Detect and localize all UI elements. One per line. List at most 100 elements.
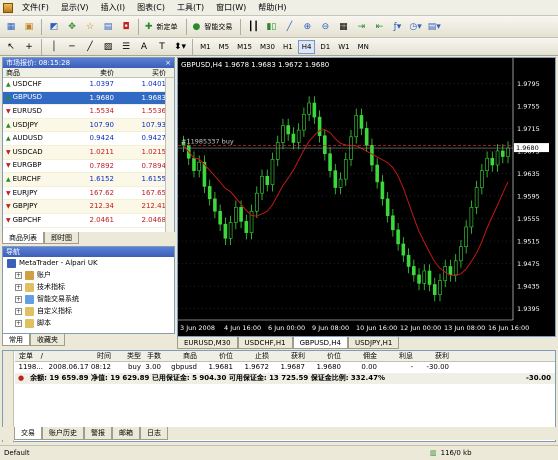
expert-advisors-button[interactable]: ● 智能交易 (191, 19, 237, 35)
trendline-icon[interactable]: ╱ (82, 39, 98, 55)
tester-icon[interactable]: ◘ (118, 19, 134, 35)
arrows-icon[interactable]: ⬍▾ (172, 39, 188, 55)
navigator-icon[interactable]: ☆ (82, 19, 98, 35)
text-label-icon[interactable]: T (154, 39, 170, 55)
market-watch-row-gbpjpy[interactable]: ▼ GBPJPY 212.34 212.41 (3, 200, 174, 214)
tab-alerts[interactable]: 警报 (84, 427, 112, 440)
timeframe-m1[interactable]: M1 (197, 40, 214, 54)
timeframe-h1[interactable]: H1 (280, 40, 296, 54)
periods-icon[interactable]: ◷▾ (407, 19, 423, 35)
line-chart-icon[interactable]: ╱ (281, 19, 297, 35)
tab-trade[interactable]: 交易 (14, 427, 42, 440)
navigator-item-custom-indicators[interactable]: + 自定义指标 (3, 305, 174, 317)
timeframe-d1[interactable]: D1 (317, 40, 333, 54)
tab-account-history[interactable]: 账户历史 (42, 427, 84, 440)
column-header[interactable]: 利息 (381, 351, 417, 361)
market-watch-row-usdcad[interactable]: ▼ USDCAD 1.0211 1.0215 (3, 145, 174, 160)
table-row[interactable]: 1198... 2008.06.17 08:12 buy 3.00 gbpusd 1.96… (15, 362, 555, 373)
market-watch-row-gbpusd[interactable]: ▲ GBPUSD 1.9680 1.9683 (3, 91, 174, 106)
vertical-line-icon[interactable]: │ (46, 39, 62, 55)
cursor-icon[interactable]: ↖ (3, 39, 19, 55)
chart-tab-eurusd-m30[interactable]: EURUSD,M30 (177, 337, 238, 349)
tab-mailbox[interactable]: 邮箱 (112, 427, 140, 440)
tab-symbols[interactable]: 商品列表 (2, 232, 44, 244)
column-header[interactable]: 佣金 (345, 351, 381, 361)
auto-scroll-icon[interactable]: ⇥ (353, 19, 369, 35)
column-header[interactable]: / (37, 351, 47, 361)
chart-tab-usdjpy-h1[interactable]: USDJPY,H1 (347, 337, 400, 349)
tile-windows-icon[interactable]: ▦ (335, 19, 351, 35)
profiles-icon[interactable]: ▣ (21, 19, 37, 35)
market-watch-row-audusd[interactable]: ▲ AUDUSD 0.9424 0.9427 (3, 132, 174, 146)
column-symbol[interactable]: 商品 (3, 68, 65, 77)
market-watch-row-eurchf[interactable]: ▲ EURCHF 1.6152 1.6155 (3, 173, 174, 187)
text-icon[interactable]: A (136, 39, 152, 55)
menu-view[interactable]: 显示(V) (55, 2, 95, 13)
timeframe-mn[interactable]: MN (355, 40, 372, 54)
column-header[interactable]: 获利 (417, 351, 453, 361)
market-watch-row-eurjpy[interactable]: ▼ EURJPY 167.62 167.65 (3, 187, 174, 201)
menu-charts[interactable]: 图表(C) (131, 2, 171, 13)
indicators-icon[interactable]: ƒ▾ (389, 19, 405, 35)
horizontal-line-icon[interactable]: ─ (64, 39, 80, 55)
terminal-icon[interactable]: ▤ (100, 19, 116, 35)
navigator-root[interactable]: MetaTrader - Alpari UK (3, 257, 174, 269)
navigator-item-indicators[interactable]: + 技术指标 (3, 281, 174, 293)
new-order-button[interactable]: ✚ 新定单 (143, 19, 182, 35)
expand-icon[interactable]: + (15, 295, 22, 303)
close-icon[interactable]: × (165, 58, 174, 68)
crosshair-icon[interactable]: + (21, 39, 37, 55)
tab-common[interactable]: 常用 (2, 334, 30, 346)
column-header[interactable]: 定单 (15, 351, 37, 361)
column-header[interactable]: 商品 (165, 351, 201, 361)
tab-journal[interactable]: 日志 (140, 427, 168, 440)
candlestick-icon[interactable]: ▮▯ (263, 19, 279, 35)
expand-icon[interactable]: + (15, 283, 22, 291)
timeframe-w1[interactable]: W1 (335, 40, 352, 54)
zoom-out-icon[interactable]: ⊖ (317, 19, 333, 35)
menu-window[interactable]: 窗口(W) (210, 2, 252, 13)
templates-icon[interactable]: ▤▾ (426, 19, 443, 35)
column-header[interactable]: 价位 (201, 351, 237, 361)
fibonacci-icon[interactable]: ☰ (118, 39, 134, 55)
column-header[interactable]: 时间 (47, 351, 115, 361)
column-bid[interactable]: 卖价 (65, 68, 117, 77)
column-header[interactable]: 价位 (309, 351, 345, 361)
column-header[interactable]: 手数 (145, 351, 165, 361)
navigator-item-accounts[interactable]: + 账户 (3, 269, 174, 281)
market-watch-row-eurgbp[interactable]: ▼ EURGBP 0.7892 0.7894 (3, 160, 174, 174)
market-watch-row-eurusd[interactable]: ▼ EURUSD 1.5534 1.5536 (3, 105, 174, 119)
market-watch-row-gbpchf[interactable]: ▼ GBPCHF 2.0461 2.0468 (3, 214, 174, 228)
market-watch-row-usdchf[interactable]: ▲ USDCHF 1.0397 1.0401 (3, 78, 174, 92)
new-chart-icon[interactable]: ▦ (3, 19, 19, 35)
timeframe-h4[interactable]: H4 (297, 39, 316, 54)
menu-help[interactable]: 帮助(H) (252, 2, 292, 13)
timeframe-m30[interactable]: M30 (257, 40, 278, 54)
market-watch-row-usdjpy[interactable]: ▲ USDJPY 107.90 107.93 (3, 118, 174, 133)
market-watch-icon[interactable]: ◩ (46, 19, 62, 35)
column-header[interactable]: 类型 (115, 351, 145, 361)
navigator-item-scripts[interactable]: + 脚本 (3, 317, 174, 329)
timeframe-m15[interactable]: M15 (234, 40, 255, 54)
chart-shift-icon[interactable]: ⇤ (371, 19, 387, 35)
timeframe-m5[interactable]: M5 (216, 40, 233, 54)
tab-favorites[interactable]: 收藏夹 (30, 334, 65, 346)
channel-icon[interactable]: ▨ (100, 39, 116, 55)
tab-tick-chart[interactable]: 即时图 (44, 232, 79, 244)
column-ask[interactable]: 买价 (117, 68, 169, 77)
expand-icon[interactable]: + (15, 319, 22, 327)
menu-insert[interactable]: 插入(I) (95, 2, 132, 13)
bar-chart-icon[interactable]: ┃┃ (245, 19, 261, 35)
navigator-item-experts[interactable]: + 智能交易系统 (3, 293, 174, 305)
chart-window[interactable]: GBPUSD,H4 1.9678 1.9683 1.9672 1.9680 #1… (177, 57, 556, 337)
data-window-icon[interactable]: ✥ (64, 19, 80, 35)
chart-tab-gbpusd-h4[interactable]: GBPUSD,H4 (292, 337, 348, 349)
price-chart[interactable]: GBPUSD,H4 1.9678 1.9683 1.9672 1.9680 #1… (178, 58, 555, 336)
market-watch-scrollbar[interactable] (165, 78, 174, 234)
menu-tools[interactable]: 工具(T) (171, 2, 210, 13)
zoom-in-icon[interactable]: ⊕ (299, 19, 315, 35)
column-header[interactable]: 止损 (237, 351, 273, 361)
menu-file[interactable]: 文件(F) (16, 2, 55, 13)
column-header[interactable]: 获利 (273, 351, 309, 361)
chart-tab-usdchf-h1[interactable]: USDCHF,H1 (237, 337, 293, 349)
